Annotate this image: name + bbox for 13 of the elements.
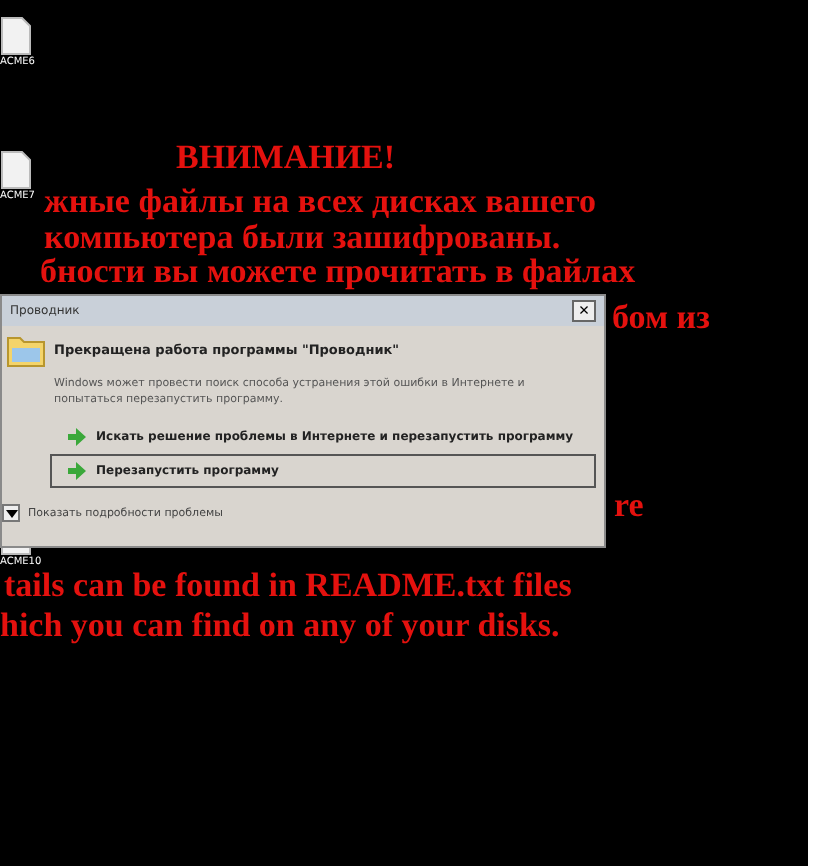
- ransom-text: hich you can find on any of your disks.: [0, 608, 560, 644]
- file-icon[interactable]: [0, 16, 32, 56]
- ransom-text: ВНИМАНИЕ!: [176, 140, 396, 176]
- folder-icon: [6, 332, 46, 368]
- close-button[interactable]: ×: [572, 300, 596, 322]
- ransom-text: tails can be found in README.txt files: [4, 568, 572, 604]
- ransom-text: компьютера были зашифрованы.: [44, 220, 561, 256]
- ransom-text: бом из: [612, 300, 710, 336]
- ransom-text: жные файлы на всех дисках вашего: [44, 184, 597, 220]
- ransom-text: re: [614, 488, 644, 524]
- ransom-text: бности вы можете прочитать в файлах: [40, 254, 636, 290]
- file-icon[interactable]: [0, 150, 32, 190]
- expand-button[interactable]: [2, 504, 20, 522]
